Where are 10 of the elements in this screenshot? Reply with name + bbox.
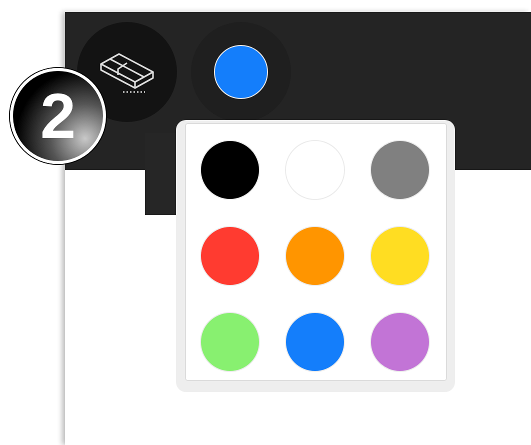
color-swatch[interactable] [286,313,344,371]
step-badge: 2 [10,68,106,164]
color-swatch[interactable] [371,313,429,371]
color-swatch[interactable] [371,227,429,285]
color-swatch[interactable] [286,227,344,285]
color-swatch[interactable] [201,141,259,199]
color-swatch[interactable] [201,227,259,285]
color-swatch[interactable] [371,141,429,199]
color-swatch[interactable] [201,313,259,371]
eraser-icon [97,50,157,94]
